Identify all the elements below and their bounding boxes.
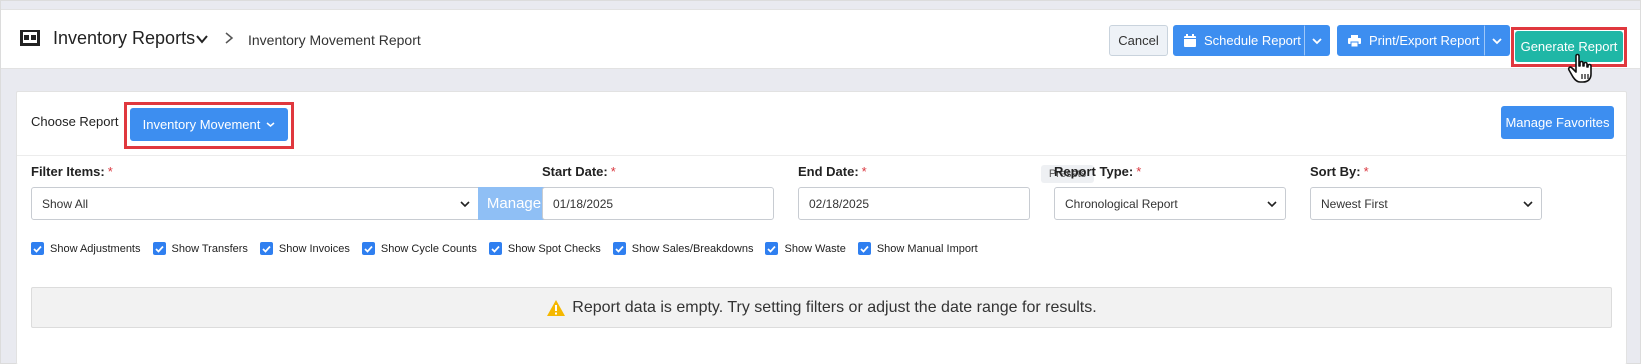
empty-report-alert: Report data is empty. Try setting filter… [31,287,1612,328]
checkbox-label: Show Manual Import [876,242,978,255]
required-marker: * [610,164,616,179]
checkbox-show-spot-checks[interactable]: Show Spot Checks [488,242,601,255]
manage-filter-button[interactable]: Manage [478,187,550,220]
warning-icon [547,299,566,316]
report-card: Choose Report Inventory Movement Manage … [16,91,1627,364]
checkbox-checked-icon[interactable] [31,242,44,255]
report-type-label: Report Type: * [1054,164,1141,179]
start-date-label-text: Start Date: [542,164,608,179]
checkbox-show-waste[interactable]: Show Waste [765,242,846,255]
checkbox-show-adjustments[interactable]: Show Adjustments [31,242,141,255]
filter-items-value: Show All [42,196,89,211]
report-type-value: Chronological Report [1065,196,1178,211]
breadcrumb-current: Inventory Movement Report [248,32,421,48]
checkbox-label: Show Invoices [278,242,350,255]
checkbox-checked-icon[interactable] [361,242,375,255]
start-date-input[interactable]: 01/18/2025 [542,187,774,220]
sort-by-label: Sort By: * [1310,164,1369,179]
report-select-dropdown[interactable]: Inventory Movement [130,108,288,141]
manage-favorites-label: Manage Favorites [1505,115,1610,130]
end-date-label-text: End Date: [798,164,859,179]
end-date-input[interactable]: 02/18/2025 [798,187,1030,220]
sort-by-label-text: Sort By: [1310,164,1361,179]
checkbox-label: Show Cycle Counts [380,242,477,255]
schedule-report-dropdown[interactable] [1304,25,1330,56]
checkbox-label: Show Adjustments [50,242,141,255]
filter-items-label-text: Filter Items: [31,164,105,179]
chevron-down-icon [1492,37,1502,44]
chevron-right-icon [225,32,234,44]
manage-filter-label: Manage [486,195,542,212]
checkbox-label: Show Waste [784,242,846,255]
checkbox-show-manual-import[interactable]: Show Manual Import [857,242,978,255]
chevron-down-icon [460,201,470,208]
chevron-down-icon [1267,201,1277,208]
cancel-button[interactable]: Cancel [1109,25,1168,56]
report-select-label: Inventory Movement [142,117,261,132]
checkbox-checked-icon[interactable] [488,242,502,255]
calendar-icon [1184,34,1196,47]
checkbox-checked-icon[interactable] [152,242,166,255]
start-date-value: 01/18/2025 [553,196,614,211]
chevron-down-icon [1312,37,1322,44]
required-marker: * [107,164,113,179]
chevron-down-icon [266,122,275,127]
checkbox-checked-icon[interactable] [612,242,626,255]
choose-report-label: Choose Report [31,114,119,129]
checkbox-label: Show Spot Checks [507,242,601,255]
end-date-label: End Date: * [798,164,867,179]
warehouse-icon [20,30,40,46]
chevron-down-icon[interactable] [195,32,209,46]
manage-favorites-button[interactable]: Manage Favorites [1501,106,1614,139]
checkbox-checked-icon[interactable] [857,242,871,255]
empty-report-message: Report data is empty. Try setting filter… [572,298,1097,316]
schedule-report-button[interactable]: Schedule Report [1173,25,1305,56]
report-options-checkboxes: Show Adjustments Show Transfers Show Inv… [31,242,990,255]
checkbox-checked-icon[interactable] [259,242,273,255]
start-date-label: Start Date: * [542,164,616,179]
required-marker: * [1136,164,1142,179]
checkbox-show-invoices[interactable]: Show Invoices [259,242,350,255]
print-export-label: Print/Export Report [1369,33,1480,48]
report-type-select[interactable]: Chronological Report [1054,187,1286,220]
report-selector-row: Choose Report Inventory Movement Manage … [17,92,1626,156]
cancel-button-label: Cancel [1118,33,1159,48]
required-marker: * [861,164,867,179]
checkbox-show-transfers[interactable]: Show Transfers [152,242,248,255]
chevron-down-icon [1523,201,1533,208]
filter-items-select[interactable]: Show All [31,187,479,220]
checkbox-show-sales-breakdowns[interactable]: Show Sales/Breakdowns [612,242,754,255]
end-date-value: 02/18/2025 [809,196,870,211]
page-header: Inventory Reports Inventory Movement Rep… [1,9,1640,69]
sort-by-value: Newest First [1321,196,1388,211]
print-export-dropdown[interactable] [1484,25,1510,56]
checkbox-label: Show Transfers [171,242,248,255]
page-title: Inventory Reports [53,28,196,48]
filter-items-label: Filter Items: * [31,164,113,179]
checkbox-checked-icon[interactable] [765,242,779,255]
checkbox-label: Show Sales/Breakdowns [631,242,754,255]
printer-icon [1348,34,1361,47]
report-type-label-text: Report Type: [1054,164,1134,179]
schedule-report-label: Schedule Report [1204,33,1301,48]
checkbox-show-cycle-counts[interactable]: Show Cycle Counts [361,242,477,255]
app-frame: Inventory Reports Inventory Movement Rep… [0,0,1641,364]
required-marker: * [1363,164,1369,179]
print-export-button[interactable]: Print/Export Report [1337,25,1485,56]
sort-by-select[interactable]: Newest First [1310,187,1542,220]
pointer-hand-icon [1567,53,1592,83]
